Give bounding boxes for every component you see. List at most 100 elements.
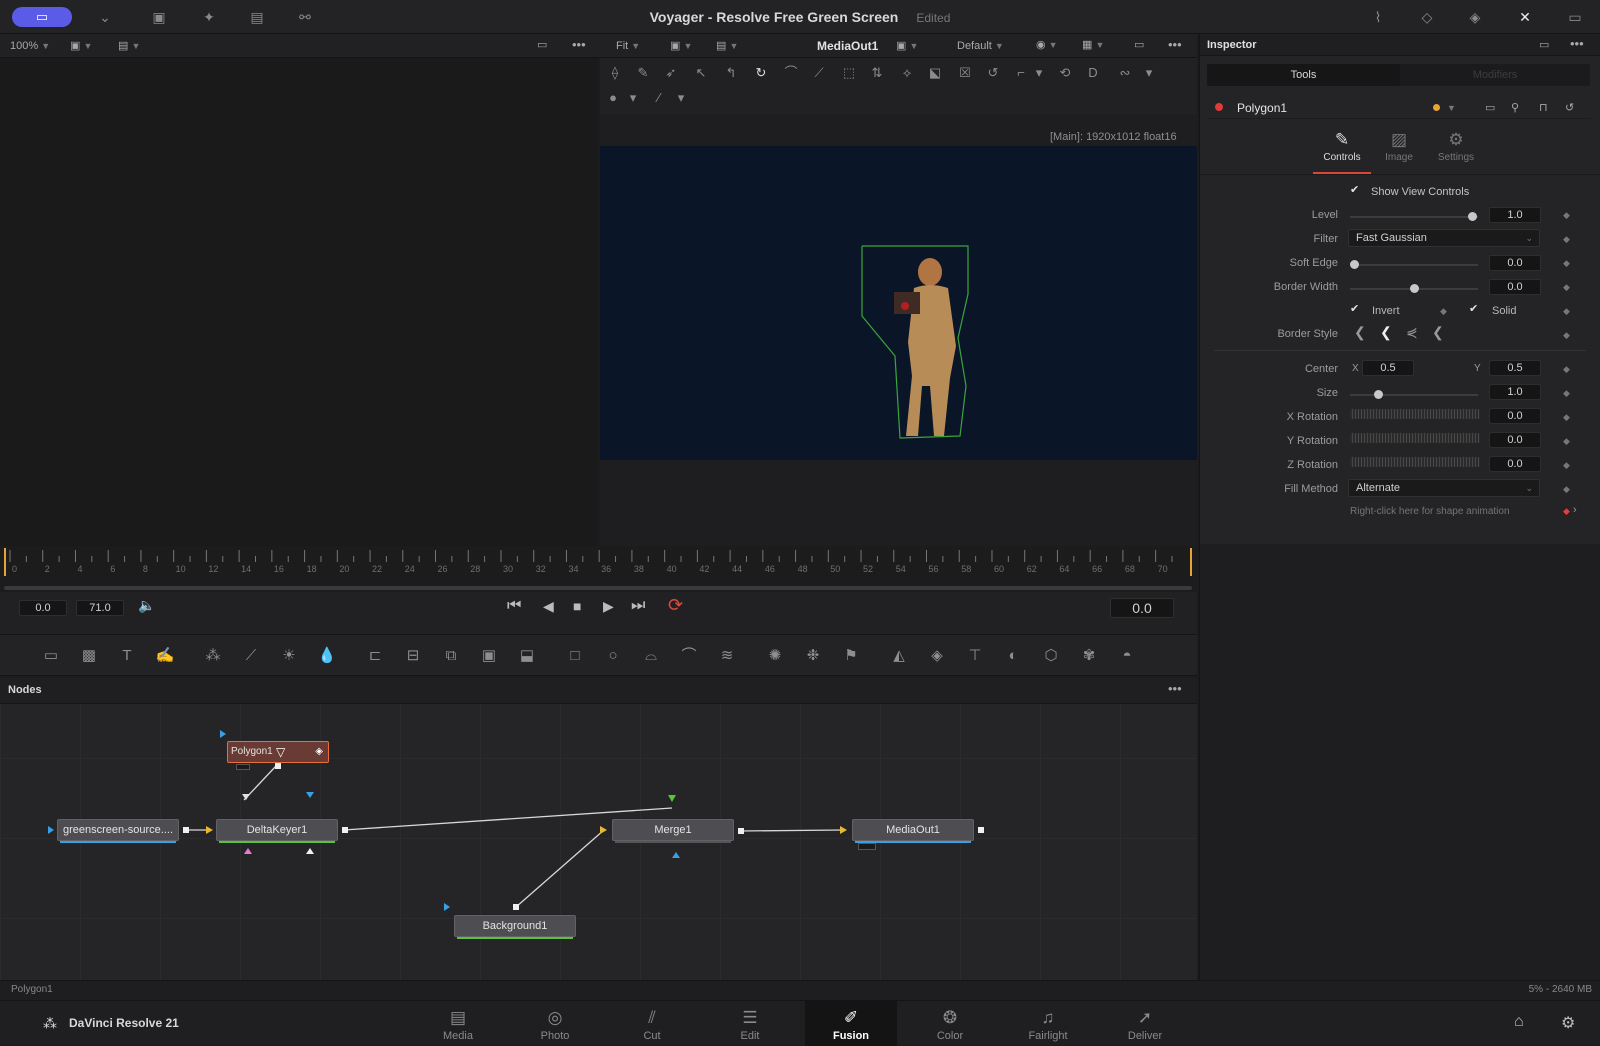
modify-point-icon[interactable]: ↰ xyxy=(718,60,744,86)
node-greenscreen-source[interactable]: greenscreen-source.... xyxy=(57,819,179,843)
version-dot[interactable] xyxy=(1433,104,1440,111)
versions-icon[interactable]: ▭ xyxy=(1485,101,1495,114)
follow-points-icon[interactable]: ⬕ xyxy=(922,60,948,86)
step-back-icon[interactable]: ◀ xyxy=(543,598,554,615)
keyframe-icon[interactable]: ⟲ xyxy=(1052,60,1078,86)
soft-edge-slider-knob[interactable] xyxy=(1350,260,1359,269)
page-color[interactable]: ❂ Color xyxy=(904,1001,996,1046)
linear-icon[interactable]: ⟋ xyxy=(806,60,832,86)
image-plane-icon[interactable]: ◓ xyxy=(1114,645,1140,667)
invert-checkbox[interactable]: ✔ xyxy=(1350,304,1361,315)
merge3d-icon[interactable]: ⬡ xyxy=(1038,645,1064,667)
saver-icon[interactable]: ⬓ xyxy=(514,645,540,667)
polygon-output-port[interactable] xyxy=(275,763,281,769)
node-polygon[interactable]: Polygon1 ▽ ◈ xyxy=(227,741,329,763)
keyframe-diamond-icon[interactable]: ◆ xyxy=(1563,234,1570,245)
keyframe-diamond-icon[interactable]: ◆ xyxy=(1563,258,1570,269)
publish-icon[interactable]: ⟡ xyxy=(894,60,920,86)
chevron-down-icon[interactable]: ▾ xyxy=(1136,60,1162,86)
border-width-slider[interactable] xyxy=(1350,284,1478,293)
border-style-round-icon[interactable]: ❮ xyxy=(1380,324,1392,341)
pemitter-icon[interactable]: ✺ xyxy=(762,645,788,667)
output-options-icon[interactable]: ▣ ▼ xyxy=(896,39,918,52)
delta-output-port[interactable] xyxy=(342,827,348,833)
node-header[interactable]: Polygon1 ▼ ▭ ⚲ ⊓ ↺ xyxy=(1207,97,1591,119)
keyframe-diamond-icon[interactable]: ◆ xyxy=(1440,306,1447,317)
pen-tool-icon[interactable]: ✎ xyxy=(630,60,656,86)
view-mode-icon[interactable]: ▤ ▼ xyxy=(716,39,738,52)
node-merge[interactable]: Merge1 xyxy=(612,819,734,843)
end-marker[interactable] xyxy=(1190,548,1192,576)
stop-icon[interactable]: ■ xyxy=(573,598,581,614)
y-rotation-value[interactable]: 0.0 xyxy=(1489,432,1541,448)
soft-edge-value[interactable]: 0.0 xyxy=(1489,255,1541,271)
keyframe-diamond-icon[interactable]: ◆ xyxy=(1563,484,1570,495)
bspline-mask-icon[interactable]: ⌒ xyxy=(676,645,702,667)
x-rotation-value[interactable]: 0.0 xyxy=(1489,408,1541,424)
soft-edge-slider[interactable] xyxy=(1350,260,1478,269)
light-icon[interactable]: ⊤ xyxy=(962,645,988,667)
y-rotation-thumbwheel[interactable] xyxy=(1350,433,1480,443)
page-fairlight[interactable]: ♫ Fairlight xyxy=(1002,1001,1094,1046)
wand-mask-icon[interactable]: ≋ xyxy=(714,645,740,667)
channel-booleans-icon[interactable]: ⊟ xyxy=(400,645,426,667)
more-options-icon[interactable]: ••• xyxy=(572,37,586,52)
loop-icon[interactable]: ⟳ xyxy=(668,595,683,616)
global-end-field[interactable]: 71.0 xyxy=(76,600,124,616)
border-style-bevel-icon[interactable]: ❮ xyxy=(1354,324,1366,341)
subtab-controls[interactable]: ✎ Controls xyxy=(1313,130,1371,174)
pdirectional-icon[interactable]: ⚑ xyxy=(838,645,864,667)
color-icon[interactable]: ◉ ▼ xyxy=(1036,38,1058,51)
keyframe-diamond-icon[interactable]: ◆ xyxy=(1563,306,1570,317)
time-ruler[interactable]: 0 2 4 6 8 10 12 14 16 18 20 22 24 26 28 30 32 34 36 38 40 42 4… xyxy=(0,546,1197,580)
filter-dropdown[interactable]: Fast Gaussian ⌄ xyxy=(1348,229,1540,247)
fill-method-dropdown[interactable]: Alternate ⌄ xyxy=(1348,479,1540,497)
audio-icon[interactable]: 🔈 xyxy=(138,597,155,614)
keyframe-diamond-icon[interactable]: ◆ xyxy=(1563,330,1570,341)
size-slider-knob[interactable] xyxy=(1374,390,1383,399)
text3d-icon[interactable]: ◈ xyxy=(924,645,950,667)
x-rotation-thumbwheel[interactable] xyxy=(1350,409,1480,419)
node-deltakeyer[interactable]: DeltaKeyer1 xyxy=(216,819,338,843)
keyframe-diamond-icon[interactable]: ◆ xyxy=(1563,436,1570,447)
home-icon[interactable]: ⌂ xyxy=(1514,1013,1524,1031)
inspector-more-icon[interactable]: ••• xyxy=(1570,36,1584,51)
keyframe-diamond-icon[interactable]: ◆ xyxy=(1563,364,1570,375)
d-icon[interactable]: D xyxy=(1080,60,1106,86)
keyframe-diamond-icon[interactable]: ◆ xyxy=(1563,412,1570,423)
playhead[interactable] xyxy=(4,548,6,576)
keyframe-diamond-icon[interactable]: ◆ xyxy=(1563,282,1570,293)
merge-tool-icon[interactable]: ⊏ xyxy=(362,645,388,667)
level-slider[interactable] xyxy=(1350,212,1478,221)
z-rotation-value[interactable]: 0.0 xyxy=(1489,456,1541,472)
single-viewer-right-icon[interactable]: ▭ xyxy=(1134,38,1144,51)
keyframe-diamond-icon[interactable]: ◆ xyxy=(1563,460,1570,471)
transform-icon[interactable]: ⬚ xyxy=(836,60,862,86)
channel-icon[interactable]: ▣ ▼ xyxy=(670,39,692,52)
solid-checkbox[interactable]: ✔ xyxy=(1469,304,1480,315)
pointer-tool-icon[interactable]: ➶ xyxy=(658,60,684,86)
fastnoise-tool-icon[interactable]: ▩ xyxy=(76,645,102,667)
node-background[interactable]: Background1 xyxy=(454,915,576,939)
center-y-value[interactable]: 0.5 xyxy=(1489,360,1541,376)
center-x-value[interactable]: 0.5 xyxy=(1362,360,1414,376)
tab-tools[interactable]: Tools xyxy=(1207,64,1400,86)
border-width-slider-knob[interactable] xyxy=(1410,284,1419,293)
more-options-right-icon[interactable]: ••• xyxy=(1168,37,1182,52)
node-mediaout[interactable]: MediaOut1 xyxy=(852,819,974,843)
paint-tool-icon[interactable]: ✍ xyxy=(152,645,178,667)
rectangle-mask-icon[interactable]: □ xyxy=(562,645,588,667)
merge-output-port[interactable] xyxy=(738,828,744,834)
keyframe-diamond-icon[interactable]: ◆ xyxy=(1563,210,1570,221)
go-to-start-icon[interactable]: ⏮ xyxy=(507,597,521,615)
delete-point-icon[interactable]: ☒ xyxy=(952,60,978,86)
reverse-icon[interactable]: ⇅ xyxy=(864,60,890,86)
reset-icon[interactable]: ↺ xyxy=(1565,101,1574,114)
single-viewer-icon[interactable]: ▭ xyxy=(537,38,547,51)
inspector-toggle-icon[interactable]: ✕ xyxy=(1512,7,1538,27)
level-slider-knob[interactable] xyxy=(1468,212,1477,221)
page-media[interactable]: ▤ Media xyxy=(412,1001,504,1046)
subtab-image[interactable]: ▨ Image xyxy=(1370,130,1428,174)
polygon-mask-overlay[interactable] xyxy=(600,146,1197,460)
animation-dot-icon[interactable]: ◆ xyxy=(1563,506,1570,517)
